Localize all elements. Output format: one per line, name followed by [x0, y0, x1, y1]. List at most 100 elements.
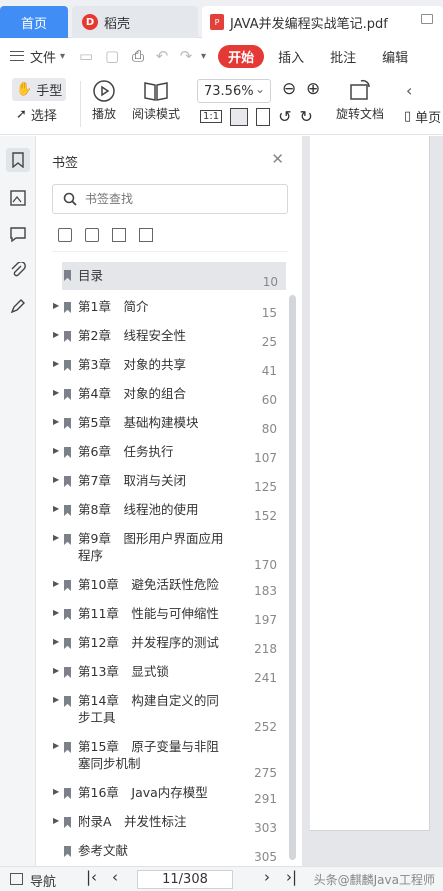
redo-icon[interactable]: ↷ [177, 47, 195, 65]
bookmark-item[interactable]: 参考文献 305 [36, 842, 286, 864]
zoom-in-icon[interactable]: ⊕ [306, 79, 320, 99]
bookmark-item[interactable]: ▶ 第2章 线程安全性 25 [36, 327, 286, 349]
bookmark-item[interactable]: ▶ 第12章 并发程序的测试 218 [36, 634, 286, 656]
expand-arrow-icon[interactable]: ▶ [53, 388, 59, 397]
bookmark-add-child-icon[interactable] [112, 228, 126, 242]
remove-bookmark-icon[interactable] [85, 228, 99, 242]
bookmark-page: 60 [261, 393, 277, 407]
document-viewport[interactable] [302, 136, 443, 866]
hamburger-menu-icon[interactable] [10, 51, 24, 61]
expand-arrow-icon[interactable]: ▶ [53, 787, 59, 796]
expand-arrow-icon[interactable]: ▶ [53, 475, 59, 484]
bookmark-item[interactable]: ▶ 第9章 图形用户界面应用程序 170 [36, 530, 286, 572]
menu-insert[interactable]: 插入 [278, 47, 304, 66]
expand-arrow-icon[interactable]: ▶ [53, 666, 59, 675]
bookmark-item[interactable]: ▶ 第14章 构建自定义的同步工具 252 [36, 692, 286, 734]
bookmark-search-input[interactable] [85, 192, 265, 206]
expand-arrow-icon[interactable]: ▶ [53, 741, 59, 750]
comment-icon[interactable] [6, 222, 30, 246]
print-icon[interactable]: ⎙ [129, 47, 147, 65]
ribbon-scroll-left-icon[interactable]: ‹ [406, 81, 412, 100]
bookmark-label: 第15章 原子变量与非阻塞同步机制 [78, 739, 219, 771]
quick-access-dropdown-icon[interactable]: ▾ [201, 51, 206, 62]
expand-arrow-icon[interactable]: ▶ [53, 608, 59, 617]
expand-arrow-icon[interactable]: ▶ [53, 637, 59, 646]
zoom-out-icon[interactable]: ⊖ [282, 79, 296, 99]
expand-arrow-icon[interactable]: ▶ [53, 579, 59, 588]
bookmark-item[interactable]: ▶ 附录A 并发性标注 303 [36, 813, 286, 835]
bookmark-label: 第4章 对象的组合 [78, 386, 186, 401]
bookmark-item[interactable]: ▶ 第15章 原子变量与非阻塞同步机制 275 [36, 738, 286, 780]
tab-document[interactable]: P JAVA并发编程实战笔记.pdf [202, 6, 443, 38]
bookmark-item[interactable]: ▶ 第8章 线程池的使用 152 [36, 501, 286, 523]
prev-page-icon[interactable]: ‹ [112, 868, 118, 886]
expand-arrow-icon[interactable]: ▶ [53, 695, 59, 704]
actual-size-icon[interactable]: 1:1 [200, 110, 223, 123]
rotate-right-icon[interactable]: ↻ [300, 107, 313, 126]
bookmark-item[interactable]: ▶ 第1章 简介 15 [36, 298, 286, 320]
menu-annotate[interactable]: 批注 [330, 47, 356, 66]
bookmark-search[interactable] [52, 184, 288, 214]
expand-arrow-icon[interactable]: ▶ [53, 816, 59, 825]
page-number-input[interactable]: 11/308 [137, 870, 233, 889]
export-icon[interactable]: ▢ [103, 47, 121, 65]
menu-edit[interactable]: 编辑 [382, 47, 408, 66]
bookmark-item[interactable]: 目录 10 [62, 262, 286, 290]
bookmark-label: 第8章 线程池的使用 [78, 502, 199, 517]
expand-arrow-icon[interactable]: ▶ [53, 359, 59, 368]
undo-icon[interactable]: ↶ [153, 47, 171, 65]
bookmark-item[interactable]: ▶ 第5章 基础构建模块 80 [36, 414, 286, 436]
play-button[interactable]: 播放 [92, 79, 116, 122]
menu-file[interactable]: 文件 [30, 47, 56, 66]
chevron-down-icon[interactable]: ▾ [60, 51, 65, 62]
bookmark-item[interactable]: ▶ 第3章 对象的共享 41 [36, 356, 286, 378]
bookmark-item[interactable]: ▶ 第11章 性能与可伸缩性 197 [36, 605, 286, 627]
first-page-icon[interactable]: |‹ [86, 868, 97, 886]
next-page-icon[interactable]: › [264, 868, 270, 886]
expand-arrow-icon[interactable]: ▶ [53, 504, 59, 513]
zoom-select[interactable]: 73.56% ⌄ [197, 79, 271, 103]
rotate-left-icon[interactable]: ↺ [278, 107, 291, 126]
menu-start[interactable]: 开始 [218, 44, 265, 68]
bookmark-panel-icon[interactable] [6, 148, 30, 172]
bookmark-flag-icon [64, 447, 71, 458]
bookmark-label: 第1章 简介 [78, 299, 149, 314]
fit-page-icon[interactable] [230, 107, 249, 126]
fit-width-icon[interactable] [256, 107, 271, 126]
bookmark-page: 241 [254, 671, 277, 685]
hand-tool-button[interactable]: ✋ 手型 [12, 78, 67, 101]
navigation-panel-icon[interactable] [10, 873, 23, 885]
thumbnail-icon[interactable] [6, 186, 30, 210]
read-mode-button[interactable]: 阅读模式 [132, 79, 180, 122]
bookmark-item[interactable]: ▶ 第10章 避免活跃性危险 183 [36, 576, 286, 598]
bookmark-outline-icon[interactable] [139, 228, 153, 242]
bookmark-item[interactable]: ▶ 第16章 Java内存模型 291 [36, 784, 286, 806]
add-bookmark-icon[interactable] [58, 228, 72, 242]
save-icon[interactable]: ▭ [77, 47, 95, 65]
expand-arrow-icon[interactable]: ▶ [53, 446, 59, 455]
attachment-icon[interactable] [6, 258, 30, 282]
bookmark-item[interactable]: ▶ 第4章 对象的组合 60 [36, 385, 286, 407]
navigation-label[interactable]: 导航 [30, 871, 56, 890]
last-page-icon[interactable]: ›| [286, 868, 297, 886]
bookmark-item[interactable]: ▶ 第6章 任务执行 107 [36, 443, 286, 465]
single-page-button[interactable]: ▯ 单页 [404, 107, 441, 126]
close-icon[interactable]: ✕ [271, 150, 284, 168]
bookmark-page: 25 [261, 335, 277, 349]
tab-docer[interactable]: D 稻壳 [72, 6, 198, 38]
tab-home[interactable]: 首页 [0, 6, 68, 38]
expand-arrow-icon[interactable]: ▶ [53, 417, 59, 426]
rotate-document-button[interactable]: 旋转文档 [336, 79, 384, 122]
bookmark-item[interactable]: ▶ 第13章 显式锁 241 [36, 663, 286, 685]
select-tool-button[interactable]: ➚ 选择 [16, 105, 57, 124]
bookmark-scrollbar[interactable] [289, 295, 296, 860]
status-bar: 导航 |‹ ‹ 11/308 › ›| 头条@麒麟Java工程师 [0, 866, 443, 891]
search-icon [63, 192, 77, 206]
expand-arrow-icon[interactable]: ▶ [53, 301, 59, 310]
expand-arrow-icon[interactable]: ▶ [53, 330, 59, 339]
signature-icon[interactable] [6, 294, 30, 318]
document-page[interactable] [310, 136, 430, 831]
restore-window-icon[interactable] [421, 14, 433, 24]
expand-arrow-icon[interactable]: ▶ [53, 533, 59, 542]
bookmark-item[interactable]: ▶ 第7章 取消与关闭 125 [36, 472, 286, 494]
